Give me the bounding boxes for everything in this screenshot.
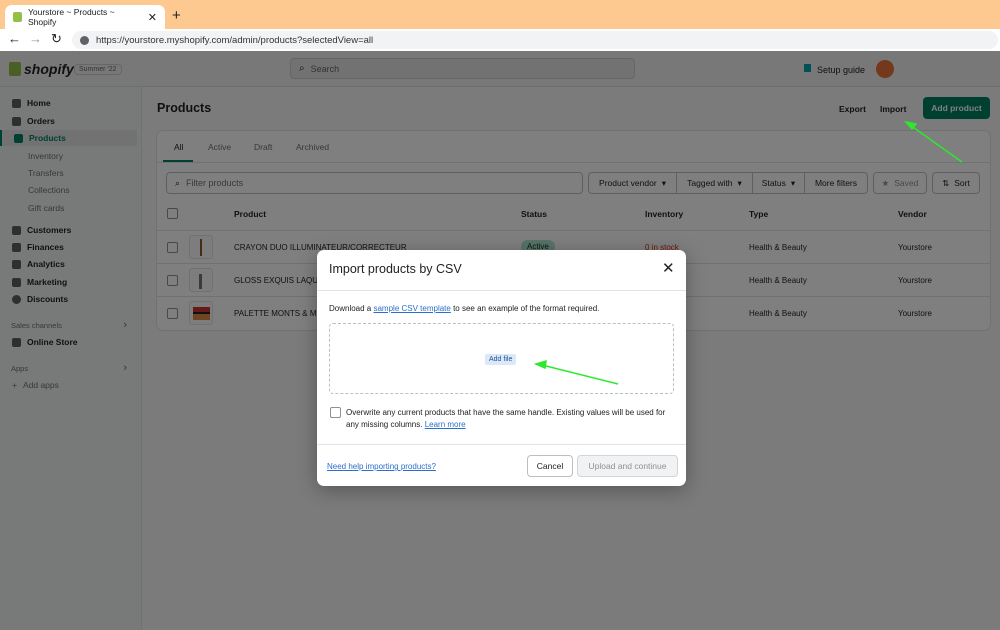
annotation-arrows [533, 120, 963, 385]
arrow-to-import [904, 120, 963, 163]
arrow-to-add-file [533, 359, 619, 385]
